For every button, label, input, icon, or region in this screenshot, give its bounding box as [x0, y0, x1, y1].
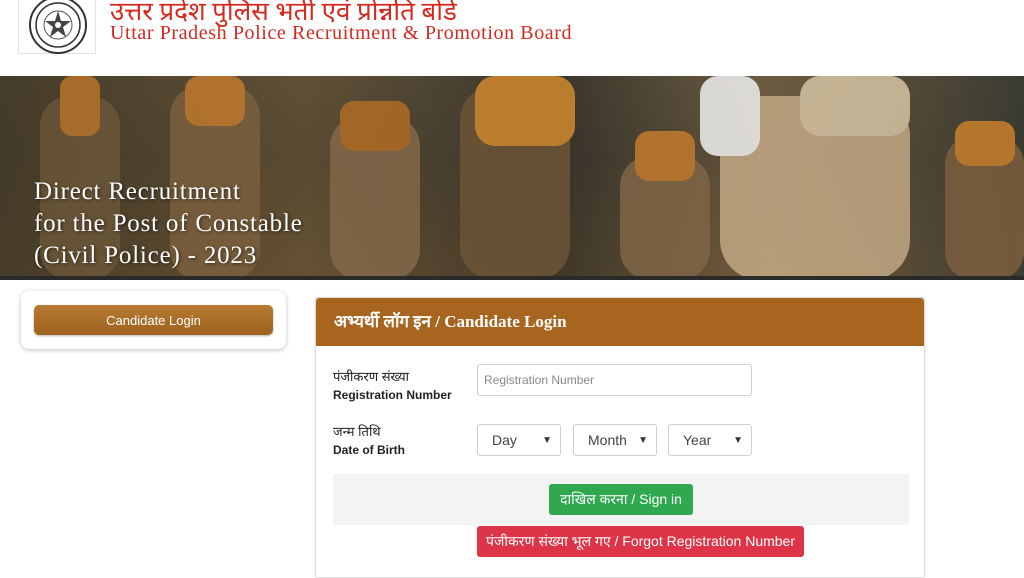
- registration-label: पंजीकरण संख्या Registration Number: [333, 368, 452, 404]
- month-select[interactable]: Month ▼: [573, 424, 657, 456]
- site-header: उत्तर प्रदेश पुलिस भर्ती एवं प्रोन्नति ब…: [0, 0, 1024, 76]
- login-panel-title: अभ्यर्थी लॉग इन / Candidate Login: [334, 312, 567, 331]
- day-select[interactable]: Day ▼: [477, 424, 561, 456]
- year-select[interactable]: Year ▼: [668, 424, 752, 456]
- banner-line-1: Direct Recruitment: [34, 178, 241, 205]
- banner-bottom-strip: [0, 276, 1024, 280]
- banner-line-2: for the Post of Constable: [34, 210, 303, 237]
- banner-line-3: (Civil Police) - 2023: [34, 242, 258, 269]
- chevron-down-icon: ▼: [733, 434, 743, 446]
- banner-heading: Direct Recruitment for the Post of Const…: [34, 176, 303, 272]
- org-name-english: Uttar Pradesh Police Recruitment & Promo…: [110, 22, 573, 44]
- sidebar-card: Candidate Login: [21, 291, 286, 349]
- chevron-down-icon: ▼: [638, 434, 648, 446]
- registration-label-english: Registration Number: [333, 388, 452, 402]
- registration-number-input[interactable]: [477, 364, 752, 396]
- sign-in-button[interactable]: दाखिल करना / Sign in: [549, 484, 693, 515]
- login-panel: अभ्यर्थी लॉग इन / Candidate Login पंजीकर…: [315, 297, 925, 578]
- registration-label-hindi: पंजीकरण संख्या: [333, 369, 410, 384]
- year-select-value: Year: [683, 432, 712, 448]
- day-select-value: Day: [492, 432, 517, 448]
- emblem-logo[interactable]: [18, 0, 96, 54]
- dob-label-hindi: जन्म तिथि: [333, 424, 381, 439]
- candidate-login-button[interactable]: Candidate Login: [34, 305, 273, 335]
- month-select-value: Month: [588, 432, 627, 448]
- forgot-registration-button[interactable]: पंजीकरण संख्या भूल गए / Forgot Registrat…: [477, 526, 804, 557]
- chevron-down-icon: ▼: [542, 434, 552, 446]
- dob-label-english: Date of Birth: [333, 443, 405, 457]
- login-panel-header: अभ्यर्थी लॉग इन / Candidate Login: [316, 298, 924, 346]
- dob-label: जन्म तिथि Date of Birth: [333, 423, 405, 459]
- hero-banner: Direct Recruitment for the Post of Const…: [0, 76, 1024, 280]
